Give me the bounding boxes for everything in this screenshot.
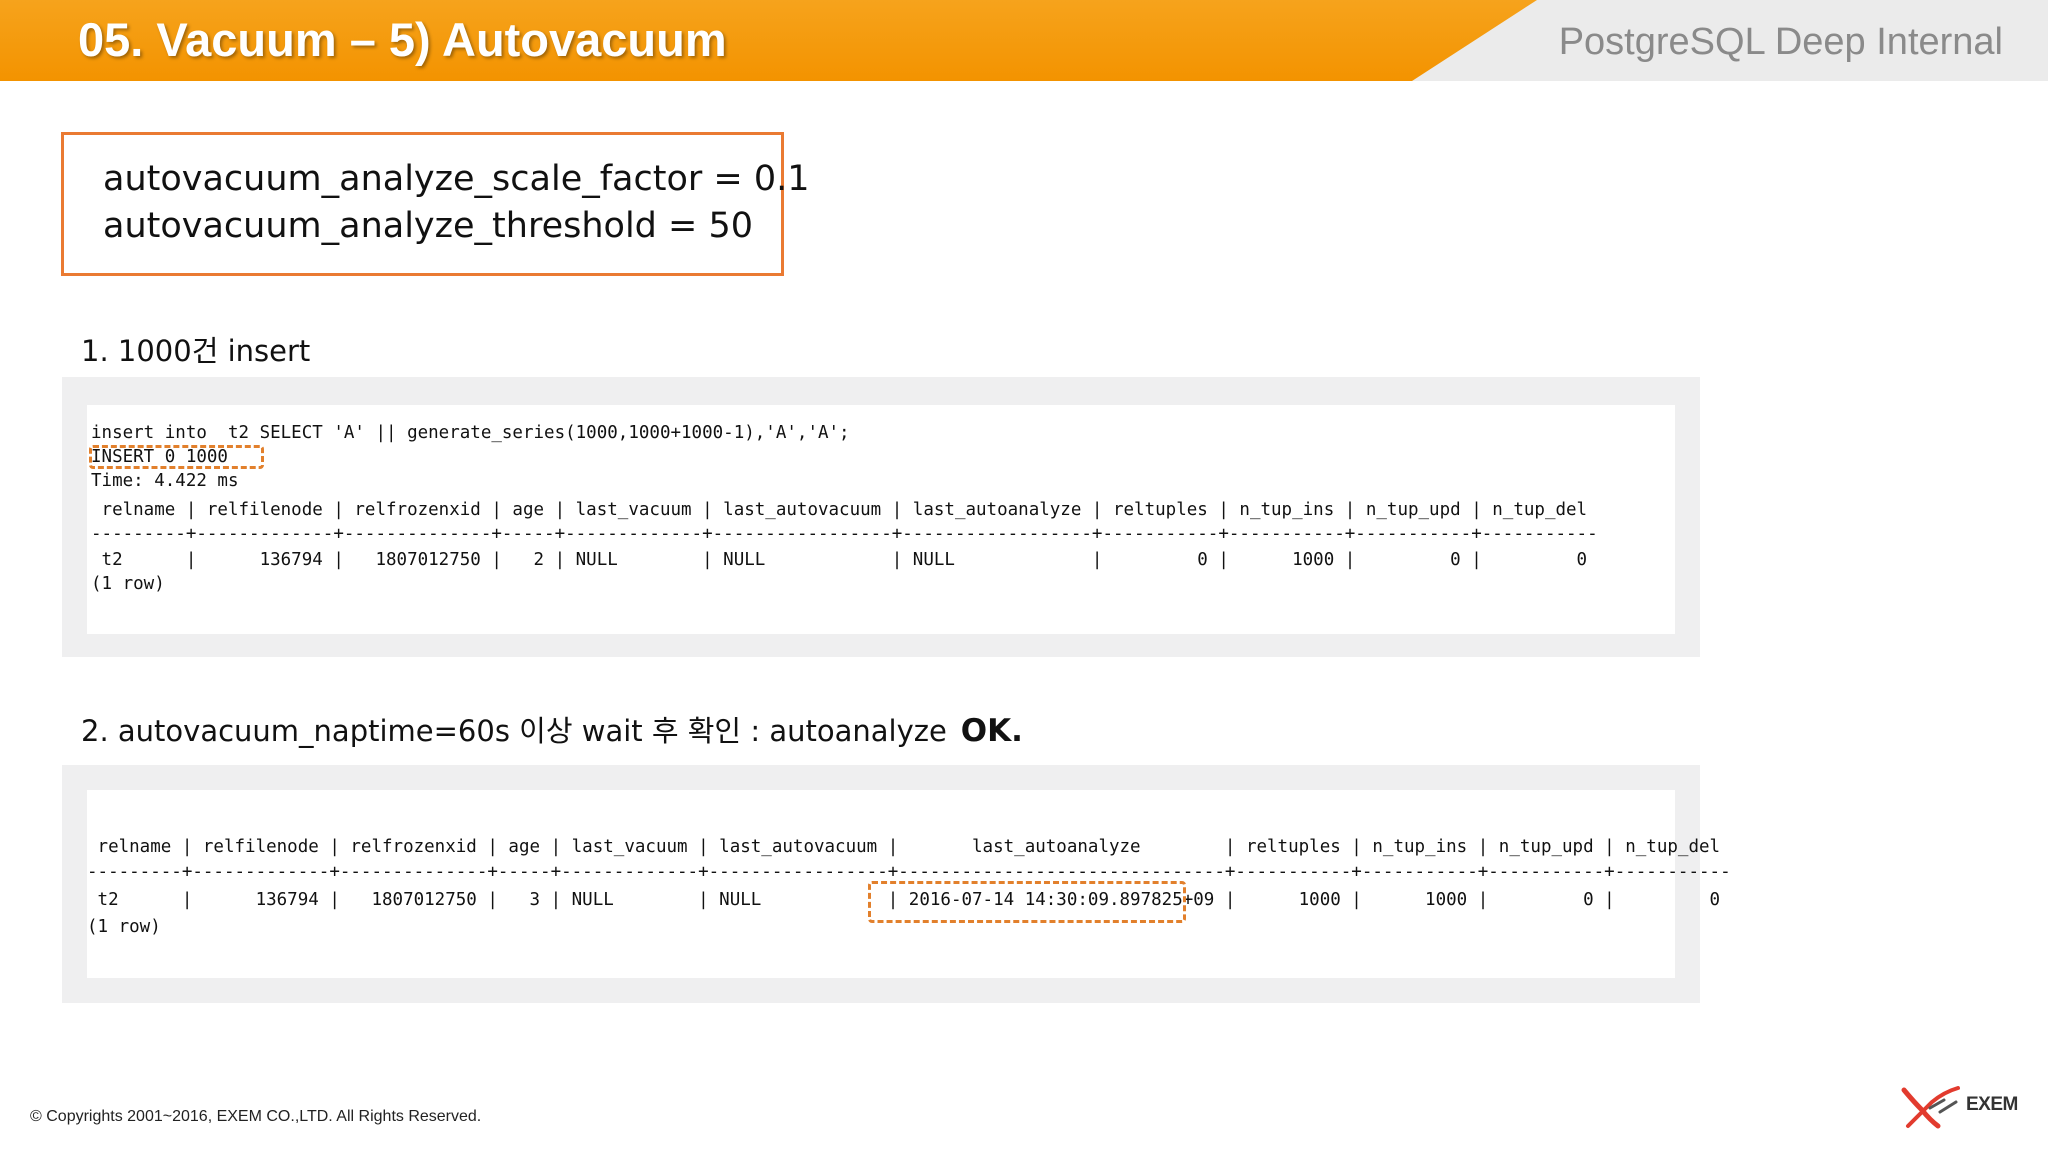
- code-line: (1 row): [91, 574, 165, 594]
- code-line: (1 row): [87, 917, 161, 937]
- code-line: Time: 4.422 ms: [91, 471, 239, 491]
- ok-label: OK.: [960, 713, 1023, 749]
- step1-heading: 1. 1000건 insert: [81, 334, 311, 368]
- settings-box: autovacuum_analyze_scale_factor = 0.1 au…: [61, 132, 810, 276]
- step2-heading: 2. autovacuum_naptime=60s 이상 wait 후 확인 :…: [81, 708, 1023, 750]
- step2-code-area: relname | relfilenode | relfrozenxid | a…: [87, 790, 1731, 978]
- slide-title: 05. Vacuum – 5) Autovacuum: [78, 13, 727, 66]
- step2-heading-text: 2. autovacuum_naptime=60s 이상 wait 후 확인 :…: [81, 714, 947, 748]
- step2-code-panel: relname | relfilenode | relfrozenxid | a…: [62, 765, 1731, 1003]
- code-line: insert into t2 SELECT 'A' || generate_se…: [91, 423, 850, 443]
- autoanalyze-timestamp-highlight: [868, 881, 1186, 923]
- setting-threshold: autovacuum_analyze_threshold = 50: [103, 206, 753, 246]
- deck-title: PostgreSQL Deep Internal: [1558, 21, 2003, 63]
- code-line: relname | relfilenode | relfrozenxid | a…: [91, 500, 1588, 520]
- code-line: ---------+-------------+--------------+-…: [87, 862, 1731, 882]
- logo-text: EXEM: [1966, 1094, 2018, 1115]
- step1-code-panel: insert into t2 SELECT 'A' || generate_se…: [62, 377, 1700, 657]
- setting-scale-factor: autovacuum_analyze_scale_factor = 0.1: [103, 159, 810, 199]
- code-line: ---------+-------------+--------------+-…: [91, 524, 1598, 544]
- step1-code-area: insert into t2 SELECT 'A' || generate_se…: [87, 405, 1675, 634]
- slide-header: 05. Vacuum – 5) Autovacuum PostgreSQL De…: [0, 0, 2048, 81]
- copyright-text: © Copyrights 2001~2016, EXEM CO.,LTD. Al…: [30, 1108, 482, 1125]
- code-line: relname | relfilenode | relfrozenxid | a…: [87, 837, 1721, 857]
- insert-result-highlight: [89, 445, 264, 469]
- code-line: t2 | 136794 | 1807012750 | 2 | NULL | NU…: [91, 550, 1588, 570]
